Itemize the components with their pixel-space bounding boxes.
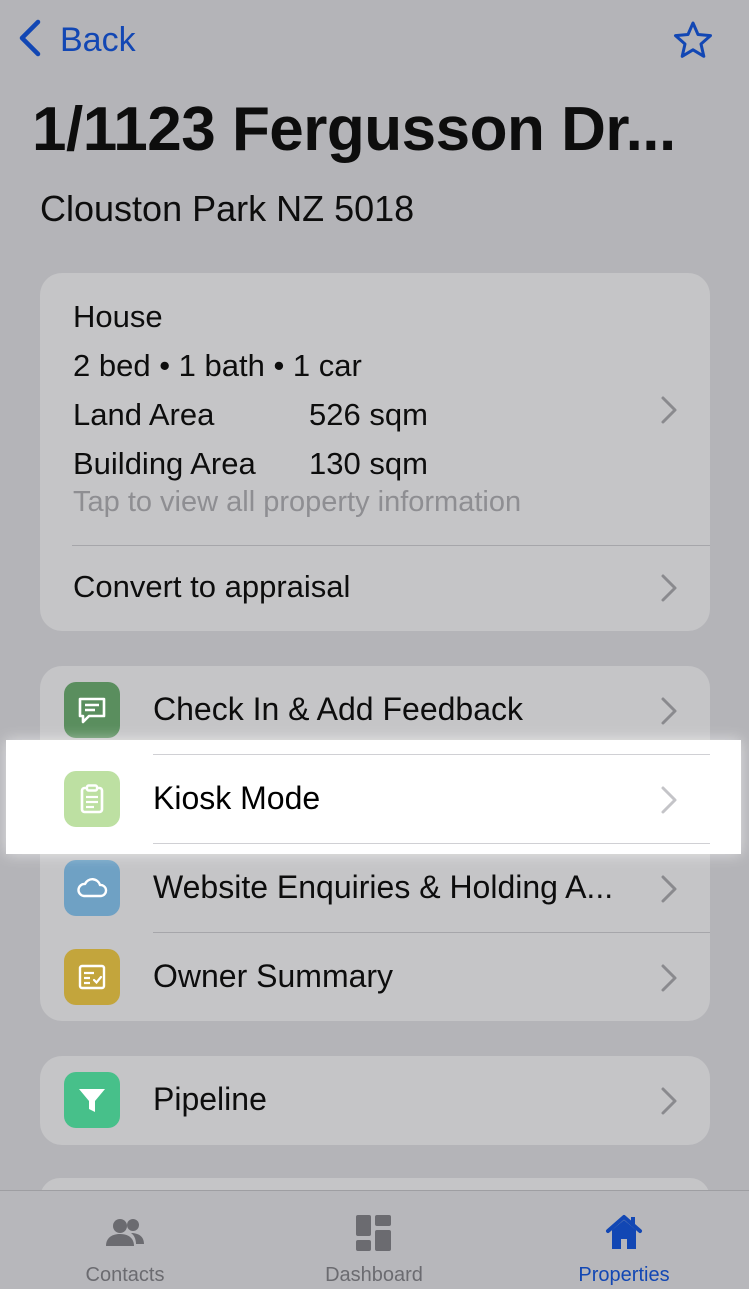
dashboard-icon	[350, 1209, 398, 1257]
clipboard-icon	[64, 771, 120, 827]
chevron-left-icon	[16, 18, 44, 63]
tab-bar: Contacts Dashboard Properties	[0, 1190, 749, 1289]
kiosk-mode-label: Kiosk Mode	[153, 780, 321, 816]
people-icon	[101, 1209, 149, 1257]
message-icon	[64, 682, 120, 738]
tab-properties-label: Properties	[578, 1264, 670, 1286]
star-outline-icon	[673, 21, 713, 64]
house-icon	[600, 1209, 648, 1257]
tab-dashboard-label: Dashboard	[325, 1264, 423, 1286]
land-area-value: 526 sqm	[309, 397, 428, 432]
building-area-value: 130 sqm	[309, 446, 428, 481]
building-area-label: Building Area	[73, 446, 256, 481]
tab-properties[interactable]: Properties	[499, 1191, 749, 1289]
funnel-icon	[64, 1072, 120, 1128]
kiosk-mode-row[interactable]: Kiosk Mode	[40, 755, 710, 844]
chevron-right-icon	[660, 1086, 678, 1116]
back-button[interactable]: Back	[16, 18, 136, 62]
address-subtitle: Clouston Park NZ 5018	[40, 188, 415, 229]
back-label: Back	[60, 20, 136, 59]
pipeline-card: Pipeline	[40, 1056, 710, 1145]
chevron-right-icon	[660, 874, 678, 904]
pipeline-row[interactable]: Pipeline	[40, 1056, 710, 1145]
navigation-bar: Back	[0, 0, 749, 80]
chevron-right-icon	[660, 573, 678, 603]
website-enquiries-label: Website Enquiries & Holding A...	[153, 869, 614, 905]
pipeline-label: Pipeline	[153, 1081, 267, 1117]
check-in-feedback-label: Check In & Add Feedback	[153, 691, 523, 727]
kiosk-mode-highlight: Kiosk Mode	[6, 740, 741, 854]
tab-contacts-label: Contacts	[85, 1264, 165, 1286]
favorite-button[interactable]	[673, 20, 713, 60]
property-info-row[interactable]: House 2 bed • 1 bath • 1 car Land Area 5…	[73, 299, 683, 549]
land-area: Land Area 526 sqm	[73, 397, 428, 433]
convert-to-appraisal-label: Convert to appraisal	[73, 569, 351, 604]
divider	[153, 843, 710, 844]
website-enquiries-row[interactable]: Website Enquiries & Holding A...	[40, 844, 710, 933]
building-area: Building Area 130 sqm	[73, 446, 428, 482]
chevron-right-icon	[660, 395, 678, 425]
page-title: 1/1123 Fergusson Dr...	[32, 95, 676, 164]
property-specs: 2 bed • 1 bath • 1 car	[73, 348, 362, 383]
tab-dashboard[interactable]: Dashboard	[249, 1191, 499, 1289]
cloud-icon	[64, 860, 120, 916]
land-area-label: Land Area	[73, 397, 215, 432]
owner-summary-row[interactable]: Owner Summary	[40, 933, 710, 1021]
chevron-right-icon	[660, 963, 678, 993]
property-info-hint: Tap to view all property information	[73, 486, 522, 518]
property-type: House	[73, 299, 163, 334]
owner-summary-label: Owner Summary	[153, 958, 394, 994]
tab-contacts[interactable]: Contacts	[0, 1191, 250, 1289]
property-summary-card: House 2 bed • 1 bath • 1 car Land Area 5…	[40, 273, 710, 631]
convert-to-appraisal-row[interactable]: Convert to appraisal	[40, 545, 710, 631]
chevron-right-icon	[660, 696, 678, 726]
checklist-icon	[64, 949, 120, 1005]
chevron-right-icon	[660, 785, 678, 815]
